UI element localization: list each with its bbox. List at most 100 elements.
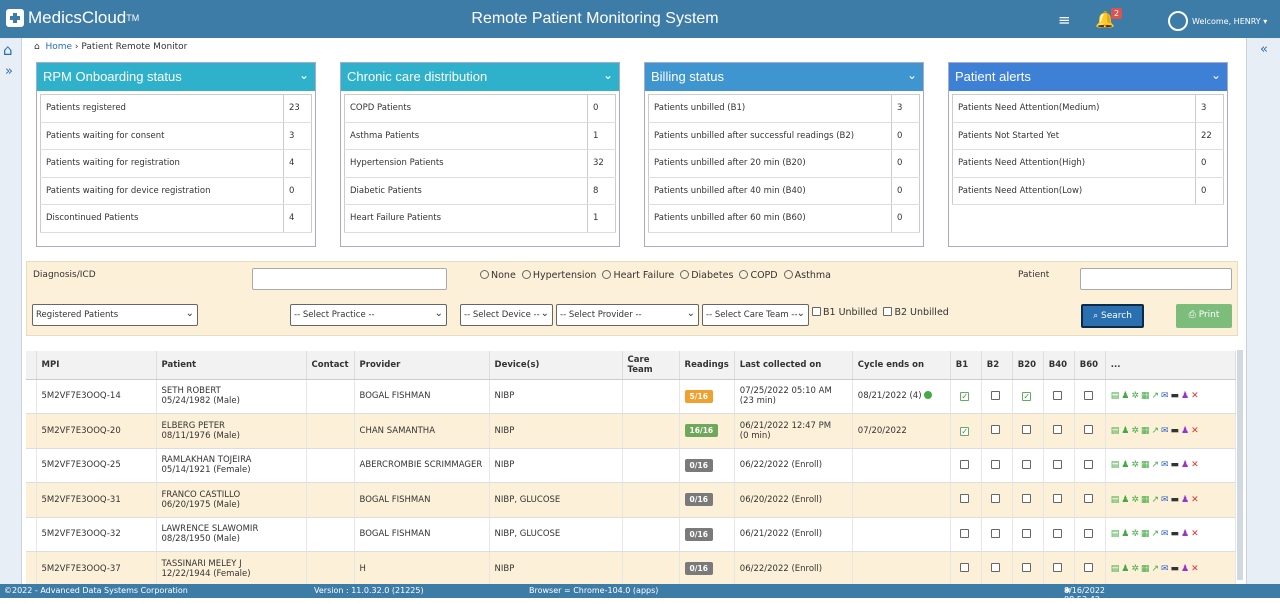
close-icon[interactable]: ✕ [1191,529,1199,539]
b2-checkbox[interactable] [991,390,1001,400]
b20-checkbox[interactable] [1022,425,1032,435]
patient-name[interactable]: SETH ROBERT [162,386,301,396]
b40-checkbox[interactable] [1053,494,1063,504]
trend-icon[interactable]: ↗ [1151,495,1159,505]
readings-badge[interactable]: 5/16 [684,389,713,403]
column-header[interactable]: B1 [950,351,982,380]
patient-name[interactable]: TASSINARI MELEY J [162,559,301,569]
user-icon[interactable]: ♟ [1121,564,1129,574]
b2-checkbox[interactable] [991,563,1001,573]
breadcrumb-home[interactable]: Home [45,42,72,52]
readings-badge[interactable]: 0/16 [684,458,713,472]
b40-checkbox[interactable] [1053,528,1063,538]
b2-unbilled-checkbox[interactable] [883,307,893,316]
b1-checkbox[interactable]: ✓ [960,392,970,402]
home-breadcrumb-icon[interactable]: ⌂ [34,42,40,52]
readings-badge[interactable]: 0/16 [684,493,713,507]
column-header[interactable]: Provider [354,351,490,380]
column-header[interactable]: B40 [1043,351,1075,380]
table-row[interactable]: 5M2VF7E3OOQ-14 SETH ROBERT 05/24/1982 (Mal… [26,379,1237,414]
trend-icon[interactable]: ↗ [1151,564,1159,574]
mpi-cell[interactable]: 5M2VF7E3OOQ-14 [36,379,157,414]
chat-icon[interactable]: ✉ [1161,391,1169,401]
panel-header[interactable]: RPM Onboarding status ⌄ [37,63,315,91]
remove-user-icon[interactable]: ♟ [1181,564,1189,574]
b60-checkbox[interactable] [1084,563,1094,573]
column-header[interactable]: Care Team [622,351,680,380]
b2-checkbox[interactable] [991,459,1001,469]
column-header[interactable]: Contact [306,351,355,380]
document-icon[interactable]: ▤ [1111,426,1120,436]
readings-badge[interactable]: 16/16 [684,424,719,438]
device-icon[interactable]: ▬ [1171,529,1180,539]
b40-checkbox[interactable] [1053,563,1063,573]
b2-checkbox[interactable] [991,425,1001,435]
radio-hypertension[interactable] [521,270,531,279]
patient-name[interactable]: RAMLAKHAN TOJEIRA [162,455,301,465]
gear-icon[interactable]: ✲ [1131,460,1139,470]
diagnosis-input[interactable] [252,268,447,290]
radio-none[interactable] [480,270,489,279]
practice-select[interactable]: -- Select Practice -- ⌄ [290,304,447,326]
trend-icon[interactable]: ↗ [1151,529,1159,539]
b1-checkbox[interactable] [960,494,970,504]
patient-name[interactable]: FRANCO CASTILLO [162,490,301,500]
gear-icon[interactable]: ✲ [1131,391,1139,401]
collapse-right-panel-icon[interactable]: « [1260,42,1268,57]
user-menu[interactable]: Welcome, HENRY ▾ [1168,11,1267,31]
remove-user-icon[interactable]: ♟ [1181,426,1189,436]
gear-icon[interactable]: ✲ [1131,495,1139,505]
remove-user-icon[interactable]: ♟ [1181,529,1189,539]
panel-header[interactable]: Billing status ⌄ [645,63,923,91]
trend-icon[interactable]: ↗ [1151,426,1159,436]
remove-user-icon[interactable]: ♟ [1181,495,1189,505]
b1-unbilled-checkbox[interactable] [812,307,821,316]
chart-icon[interactable]: ▦ [1141,529,1150,539]
device-icon[interactable]: ▬ [1171,564,1180,574]
expand-sidebar-icon[interactable]: » [5,64,13,79]
chart-icon[interactable]: ▦ [1141,564,1150,574]
user-icon[interactable]: ♟ [1121,495,1129,505]
close-icon[interactable]: ✕ [1191,426,1199,436]
column-header[interactable]: B2 [981,351,1013,380]
patient-search-input[interactable] [1080,268,1232,290]
b2-checkbox[interactable] [991,528,1001,538]
patient-cell[interactable]: RAMLAKHAN TOJEIRA 05/14/1921 (Female) [156,448,307,483]
patient-cell[interactable]: FRANCO CASTILLO 06/20/1975 (Male) [156,482,307,518]
patient-status-select[interactable]: Registered Patients ⌄ [32,304,198,326]
b1-checkbox[interactable] [960,563,970,573]
mpi-cell[interactable]: 5M2VF7E3OOQ-25 [36,448,157,483]
chevron-down-icon[interactable]: ⌄ [603,68,613,82]
b60-checkbox[interactable] [1084,494,1094,504]
device-select[interactable]: -- Select Device -- ⌄ [460,304,553,326]
radio-copd[interactable] [739,270,749,279]
mpi-cell[interactable]: 5M2VF7E3OOQ-32 [36,517,157,552]
b40-checkbox[interactable] [1053,390,1063,400]
b2-checkbox[interactable] [991,494,1001,504]
b40-checkbox[interactable] [1053,425,1063,435]
readings-badge[interactable]: 0/16 [684,562,713,576]
device-icon[interactable]: ▬ [1171,426,1180,436]
user-icon[interactable]: ♟ [1121,426,1129,436]
panel-header[interactable]: Patient alerts ⌄ [949,63,1227,91]
close-icon[interactable]: ✕ [1191,564,1199,574]
chart-icon[interactable]: ▦ [1141,460,1150,470]
b1-checkbox[interactable] [960,459,970,469]
chart-icon[interactable]: ▦ [1141,495,1150,505]
table-row[interactable]: 5M2VF7E3OOQ-31 FRANCO CASTILLO 06/20/1975 … [26,482,1237,518]
document-icon[interactable]: ▤ [1111,529,1120,539]
gear-icon[interactable]: ✲ [1131,529,1139,539]
b40-checkbox[interactable] [1053,459,1063,469]
chevron-down-icon[interactable]: ⌄ [299,68,309,82]
patient-cell[interactable]: TASSINARI MELEY J 12/22/1944 (Female) [156,551,307,587]
document-icon[interactable]: ▤ [1111,564,1120,574]
home-icon[interactable]: ⌂ [3,41,13,59]
column-header[interactable]: Cycle ends on [852,351,951,380]
column-header[interactable]: B60 [1074,351,1106,380]
document-icon[interactable]: ▤ [1111,460,1120,470]
close-icon[interactable]: ✕ [1191,495,1199,505]
radio-asthma[interactable] [783,270,793,279]
column-header[interactable]: Readings [679,351,735,380]
close-icon[interactable]: ✕ [1191,460,1199,470]
b20-checkbox[interactable] [1022,528,1032,538]
